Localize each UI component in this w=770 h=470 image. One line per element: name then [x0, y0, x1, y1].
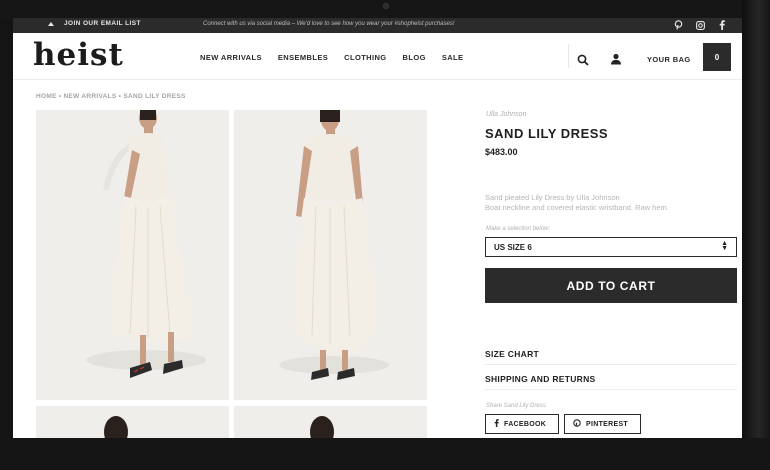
social-message: Connect with us via social media – We'd …	[203, 21, 455, 27]
size-chart-toggle[interactable]: SIZE CHART	[485, 343, 737, 365]
device-bezel-right	[742, 0, 770, 470]
pinterest-icon	[573, 419, 581, 429]
description-line-2: Boat neckline and covered elastic wristb…	[485, 203, 669, 212]
product-photo-4[interactable]	[234, 406, 427, 438]
product-title: SAND LILY DRESS	[485, 126, 609, 141]
email-signup-link[interactable]: JOIN OUR EMAIL LIST	[48, 20, 141, 27]
add-to-cart-button[interactable]: ADD TO CART	[485, 268, 737, 303]
nav-sale[interactable]: SALE	[442, 53, 464, 62]
shipping-returns-toggle[interactable]: SHIPPING AND RETURNS	[485, 368, 737, 390]
device-bezel-top	[0, 0, 770, 18]
share-facebook-button[interactable]: FACEBOOK	[485, 414, 559, 434]
share-pinterest-label: PINTEREST	[586, 420, 628, 428]
description-line-1: Sand pleated Lily Dress by Ulla Johnson	[485, 193, 620, 202]
select-arrows-icon: ▲ ▼	[721, 240, 728, 252]
pinterest-icon[interactable]	[673, 20, 683, 30]
product-photo-2[interactable]	[234, 110, 427, 400]
bag-link[interactable]: YOUR BAG	[647, 55, 691, 64]
screen: JOIN OUR EMAIL LIST Connect with us via …	[13, 18, 742, 438]
camera-icon	[383, 3, 389, 9]
instagram-icon[interactable]	[695, 20, 705, 30]
nav-blog[interactable]: BLOG	[403, 53, 426, 62]
size-select[interactable]: US SIZE 6 ▲ ▼	[485, 237, 737, 257]
product-description: Sand pleated Lily Dress by Ulla Johnson …	[485, 193, 735, 213]
site-logo[interactable]: heist	[33, 40, 124, 71]
facebook-icon	[494, 419, 499, 429]
main-nav: NEW ARRIVALS ENSEMBLES CLOTHING BLOG SAL…	[200, 53, 463, 62]
bag-count-badge[interactable]: 0	[703, 43, 731, 71]
product-photo-3[interactable]	[36, 406, 229, 438]
social-icons	[673, 20, 727, 30]
size-select-value: US SIZE 6	[494, 242, 532, 252]
product-brand[interactable]: Ulla Johnson	[486, 111, 526, 118]
caret-up-icon	[48, 21, 54, 26]
nav-ensembles[interactable]: ENSEMBLES	[278, 53, 328, 62]
header-divider	[568, 44, 569, 68]
size-select-label: Make a selection below:	[486, 226, 551, 232]
facebook-icon[interactable]	[717, 20, 727, 30]
nav-new-arrivals[interactable]: NEW ARRIVALS	[200, 53, 262, 62]
nav-clothing[interactable]: CLOTHING	[344, 53, 386, 62]
product-photo-1[interactable]	[36, 110, 229, 400]
device-bezel-bottom	[0, 438, 770, 470]
top-strip: JOIN OUR EMAIL LIST Connect with us via …	[13, 18, 742, 33]
account-icon[interactable]	[610, 52, 622, 65]
search-icon[interactable]	[577, 53, 589, 66]
site-header: heist NEW ARRIVALS ENSEMBLES CLOTHING BL…	[13, 33, 742, 80]
share-label: Share Sand Lily Dress	[486, 403, 546, 409]
product-price: $483.00	[485, 147, 518, 157]
email-signup-label: JOIN OUR EMAIL LIST	[64, 20, 141, 27]
share-facebook-label: FACEBOOK	[504, 420, 547, 428]
share-pinterest-button[interactable]: PINTEREST	[564, 414, 641, 434]
breadcrumb[interactable]: HOME • NEW ARRIVALS • SAND LILY DRESS	[36, 93, 186, 100]
